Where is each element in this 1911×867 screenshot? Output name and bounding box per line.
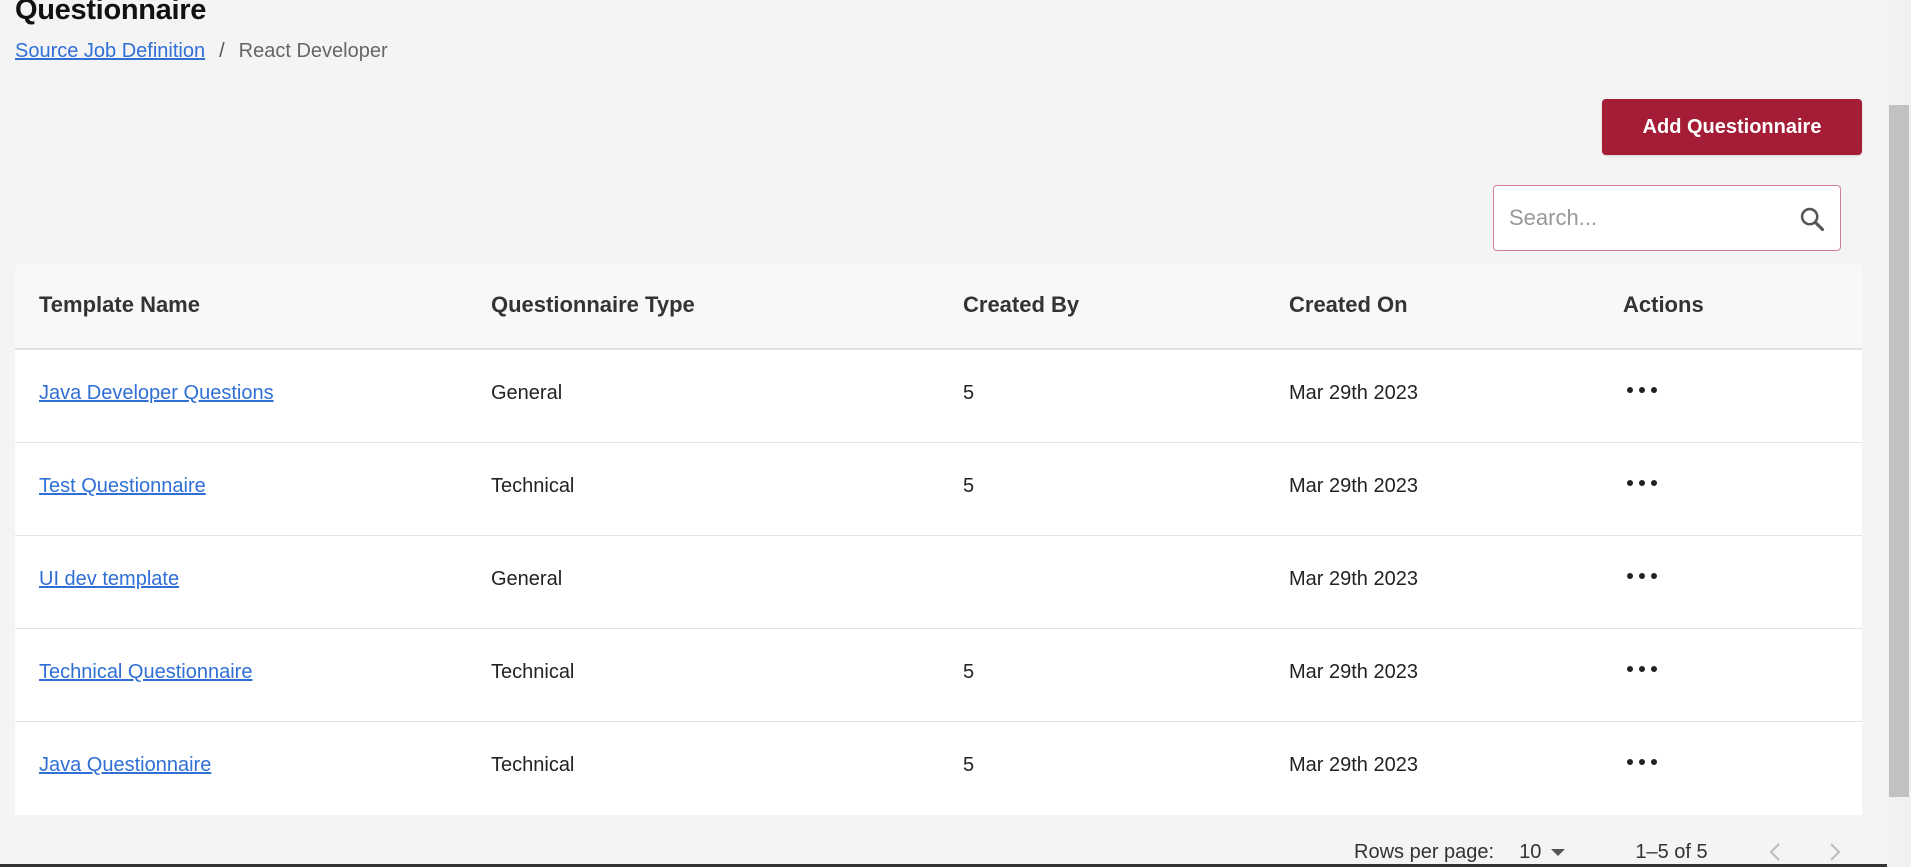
rows-per-page-select[interactable]: 10 xyxy=(1519,840,1566,864)
created-by: 5 xyxy=(963,754,975,776)
created-on: Mar 29th 2023 xyxy=(1289,382,1418,404)
page: Questionnaire Source Job Definition / Re… xyxy=(0,0,1911,867)
questionnaire-type: Technical xyxy=(491,754,575,776)
next-page-button[interactable] xyxy=(1823,840,1847,864)
add-questionnaire-button[interactable]: Add Questionnaire xyxy=(1602,99,1862,155)
created-by: 5 xyxy=(963,475,975,497)
previous-page-button[interactable] xyxy=(1763,840,1787,864)
header-template-name[interactable]: Template Name xyxy=(39,292,200,318)
table-row: Technical Questionnaire Technical 5 Mar … xyxy=(15,629,1862,722)
created-on: Mar 29th 2023 xyxy=(1289,661,1418,683)
rows-per-page-label: Rows per page: xyxy=(1354,840,1495,863)
more-actions-icon[interactable] xyxy=(1627,384,1657,396)
more-actions-icon[interactable] xyxy=(1627,663,1657,675)
search-icon[interactable] xyxy=(1798,205,1826,233)
created-by: 5 xyxy=(963,661,975,683)
breadcrumb: Source Job Definition / React Developer xyxy=(15,40,388,63)
scrollbar-thumb[interactable] xyxy=(1889,105,1909,797)
created-on: Mar 29th 2023 xyxy=(1289,754,1418,776)
template-name-link[interactable]: Java Questionnaire xyxy=(39,754,211,777)
chevron-right-icon xyxy=(1829,843,1841,861)
template-name-link[interactable]: UI dev template xyxy=(39,568,179,591)
created-by: 5 xyxy=(963,382,975,404)
questionnaire-type: General xyxy=(491,382,563,404)
chevron-left-icon xyxy=(1769,843,1780,861)
created-on: Mar 29th 2023 xyxy=(1289,475,1418,497)
created-on: Mar 29th 2023 xyxy=(1289,568,1418,590)
breadcrumb-current: React Developer xyxy=(238,40,388,62)
table-header: Template Name Questionnaire Type Created… xyxy=(15,265,1862,350)
header-created-on[interactable]: Created On xyxy=(1289,292,1408,318)
table-row: Java Developer Questions General 5 Mar 2… xyxy=(15,350,1862,443)
template-name-link[interactable]: Java Developer Questions xyxy=(39,382,274,405)
pagination: Rows per page: 10 1–5 of 5 xyxy=(1354,840,1883,864)
header-actions: Actions xyxy=(1623,292,1704,317)
questionnaire-table: Template Name Questionnaire Type Created… xyxy=(15,265,1862,815)
more-actions-icon[interactable] xyxy=(1627,477,1657,489)
table-row: Test Questionnaire Technical 5 Mar 29th … xyxy=(15,443,1862,536)
table-row: UI dev template General Mar 29th 2023 xyxy=(15,536,1862,629)
header-created-by[interactable]: Created By xyxy=(963,292,1079,318)
header-questionnaire-type[interactable]: Questionnaire Type xyxy=(491,292,695,318)
breadcrumb-separator: / xyxy=(219,40,225,62)
caret-down-icon xyxy=(1551,848,1566,856)
questionnaire-type: Technical xyxy=(491,661,575,683)
pagination-range: 1–5 of 5 xyxy=(1635,840,1708,863)
breadcrumb-link-source-job-definition[interactable]: Source Job Definition xyxy=(15,40,205,63)
questionnaire-type: General xyxy=(491,568,563,590)
table-row: Java Questionnaire Technical 5 Mar 29th … xyxy=(15,722,1862,815)
more-actions-icon[interactable] xyxy=(1627,756,1657,768)
questionnaire-type: Technical xyxy=(491,475,575,497)
page-title: Questionnaire xyxy=(15,0,207,26)
search-input[interactable] xyxy=(1494,186,1784,250)
rows-per-page-value: 10 xyxy=(1519,840,1542,863)
more-actions-icon[interactable] xyxy=(1627,570,1657,582)
template-name-link[interactable]: Test Questionnaire xyxy=(39,475,206,498)
template-name-link[interactable]: Technical Questionnaire xyxy=(39,661,252,684)
search-box xyxy=(1493,185,1841,251)
